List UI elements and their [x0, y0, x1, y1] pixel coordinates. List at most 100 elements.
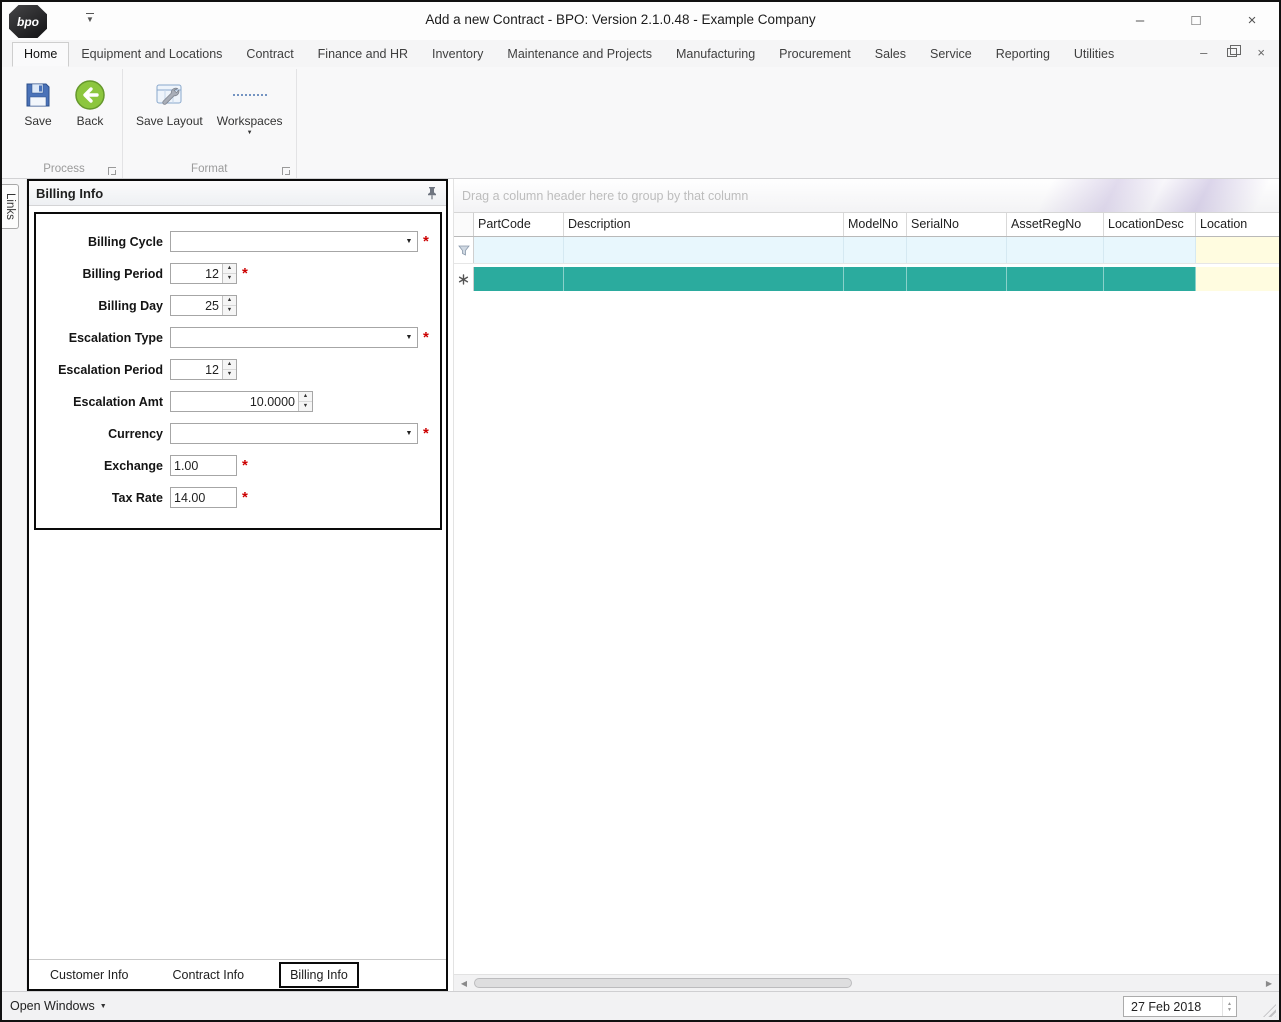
spin-up-icon[interactable]: ▲: [223, 264, 236, 274]
doc-restore-icon[interactable]: [1227, 45, 1242, 57]
resize-grip-icon[interactable]: [1263, 1004, 1276, 1017]
open-windows-button[interactable]: Open Windows ▼: [10, 999, 107, 1013]
filter-cell-locationdesc[interactable]: [1104, 237, 1196, 263]
field-value: 14.00: [174, 490, 206, 505]
new-row-cell-partcode[interactable]: [474, 267, 564, 291]
dropdown-arrow-icon[interactable]: ▼: [401, 430, 417, 437]
group-by-hint: Drag a column header here to group by th…: [462, 188, 749, 203]
close-button[interactable]: ×: [1239, 13, 1265, 29]
field-billing-day[interactable]: 25 ▲ ▼: [170, 295, 237, 316]
workspaces-button[interactable]: Workspaces ▼: [210, 75, 290, 139]
ribbon-tab-utilities[interactable]: Utilities: [1062, 42, 1126, 67]
filter-row-indicator[interactable]: [454, 237, 474, 263]
field-escalation-period[interactable]: 12 ▲ ▼: [170, 359, 237, 380]
scrollbar-track[interactable]: [472, 975, 1261, 991]
new-row-cell-modelno[interactable]: [844, 267, 907, 291]
field-exchange[interactable]: 1.00: [170, 455, 237, 476]
scroll-right-icon[interactable]: ▶: [1261, 979, 1277, 988]
field-escalation-amt[interactable]: 10.0000 ▲ ▼: [170, 391, 313, 412]
save-layout-button[interactable]: Save Layout: [129, 75, 210, 132]
field-value: 25: [205, 298, 219, 313]
column-header-modelno[interactable]: ModelNo: [844, 213, 907, 236]
date-spinner[interactable]: ▲ ▼: [1222, 997, 1236, 1016]
filter-cell-partcode[interactable]: [474, 237, 564, 263]
field-tax-rate[interactable]: 14.00: [170, 487, 237, 508]
pin-icon[interactable]: [425, 186, 439, 200]
new-row-cell-location[interactable]: [1196, 267, 1279, 291]
column-header-partcode[interactable]: PartCode: [474, 213, 564, 236]
date-editor[interactable]: 27 Feb 2018 ▲ ▼: [1123, 996, 1237, 1017]
form-row-exchange: Exchange 1.00 *: [36, 455, 440, 476]
panel-tab-strip: Customer Info Contract Info Billing Info: [29, 959, 446, 989]
new-row-indicator: [454, 267, 474, 291]
doc-close-icon[interactable]: ×: [1257, 45, 1265, 60]
spinner[interactable]: ▲ ▼: [222, 360, 236, 379]
horizontal-scrollbar[interactable]: ◀ ▶: [454, 974, 1279, 991]
process-dialog-launcher-icon[interactable]: [108, 167, 116, 175]
ribbon-tab-reporting[interactable]: Reporting: [984, 42, 1062, 67]
new-row-cell-description[interactable]: [564, 267, 844, 291]
spin-down-icon[interactable]: ▼: [223, 306, 236, 315]
format-dialog-launcher-icon[interactable]: [281, 167, 290, 175]
spinner[interactable]: ▲ ▼: [222, 264, 236, 283]
scrollbar-thumb[interactable]: [474, 978, 852, 988]
ribbon-tab-maintenance-and-projects[interactable]: Maintenance and Projects: [495, 42, 664, 67]
filter-cell-description[interactable]: [564, 237, 844, 263]
spin-down-icon[interactable]: ▼: [223, 370, 236, 379]
column-header-locationdesc[interactable]: LocationDesc: [1104, 213, 1196, 236]
app-logo: bpo: [9, 5, 47, 38]
field-escalation-type[interactable]: ▼: [170, 327, 418, 348]
links-panel-tab[interactable]: Links: [2, 184, 19, 229]
dropdown-arrow-icon[interactable]: ▼: [401, 334, 417, 341]
column-header-assetregno[interactable]: AssetRegNo: [1007, 213, 1104, 236]
filter-cell-serialno[interactable]: [907, 237, 1007, 263]
tab-contract-info[interactable]: Contract Info: [164, 964, 254, 986]
spin-down-icon[interactable]: ▼: [223, 274, 236, 283]
ribbon-tab-manufacturing[interactable]: Manufacturing: [664, 42, 767, 67]
column-header-location[interactable]: Location: [1196, 213, 1279, 236]
spin-down-icon[interactable]: ▼: [299, 402, 312, 411]
spin-up-icon[interactable]: ▲: [299, 392, 312, 402]
spinner[interactable]: ▲ ▼: [222, 296, 236, 315]
field-billing-period[interactable]: 12 ▲ ▼: [170, 263, 237, 284]
billing-form: Billing Cycle ▼ * Billing Period 12 ▲ ▼ * Billin…: [34, 212, 442, 530]
filter-cell-location[interactable]: [1196, 237, 1279, 263]
ribbon-tab-equipment-and-locations[interactable]: Equipment and Locations: [69, 42, 234, 67]
ribbon-tab-contract[interactable]: Contract: [234, 42, 305, 67]
ribbon-tab-service[interactable]: Service: [918, 42, 984, 67]
document-window-controls: – ×: [1200, 45, 1265, 60]
spin-up-icon[interactable]: ▲: [223, 360, 236, 370]
ribbon-tab-finance-and-hr[interactable]: Finance and HR: [306, 42, 420, 67]
field-currency[interactable]: ▼: [170, 423, 418, 444]
column-header-description[interactable]: Description: [564, 213, 844, 236]
doc-minimize-icon[interactable]: –: [1200, 45, 1207, 60]
spinner[interactable]: ▲ ▼: [298, 392, 312, 411]
new-row-cell-serialno[interactable]: [907, 267, 1007, 291]
form-row-billing-cycle: Billing Cycle ▼ *: [36, 231, 440, 252]
ribbon-tab-inventory[interactable]: Inventory: [420, 42, 495, 67]
filter-cell-assetregno[interactable]: [1007, 237, 1104, 263]
filter-cell-modelno[interactable]: [844, 237, 907, 263]
column-header-serialno[interactable]: SerialNo: [907, 213, 1007, 236]
new-row-cell-assetregno[interactable]: [1007, 267, 1104, 291]
quick-access-chevron-icon[interactable]: ▼: [86, 13, 94, 24]
scroll-left-icon[interactable]: ◀: [456, 979, 472, 988]
grid-group-by-bar[interactable]: Drag a column header here to group by th…: [454, 179, 1279, 212]
dropdown-arrow-icon[interactable]: ▼: [401, 238, 417, 245]
title-bar: bpo ▼ Add a new Contract - BPO: Version …: [2, 2, 1279, 40]
spin-up-icon[interactable]: ▲: [223, 296, 236, 306]
back-button[interactable]: Back: [64, 75, 116, 132]
minimize-button[interactable]: –: [1127, 13, 1153, 29]
save-button[interactable]: Save: [12, 75, 64, 132]
maximize-button[interactable]: □: [1183, 13, 1209, 29]
ribbon-tab-home[interactable]: Home: [12, 42, 70, 67]
new-row-cell-locationdesc[interactable]: [1104, 267, 1196, 291]
required-asterisk: *: [242, 489, 248, 506]
grid-header-cells: PartCode Description ModelNo SerialNo AssetR…: [474, 213, 1279, 236]
tab-billing-info[interactable]: Billing Info: [279, 961, 359, 988]
ribbon-tab-sales[interactable]: Sales: [863, 42, 918, 67]
new-row-asterisk-icon: [458, 273, 469, 285]
tab-customer-info[interactable]: Customer Info: [41, 964, 138, 986]
ribbon-tab-procurement[interactable]: Procurement: [767, 42, 863, 67]
field-billing-cycle[interactable]: ▼: [170, 231, 418, 252]
